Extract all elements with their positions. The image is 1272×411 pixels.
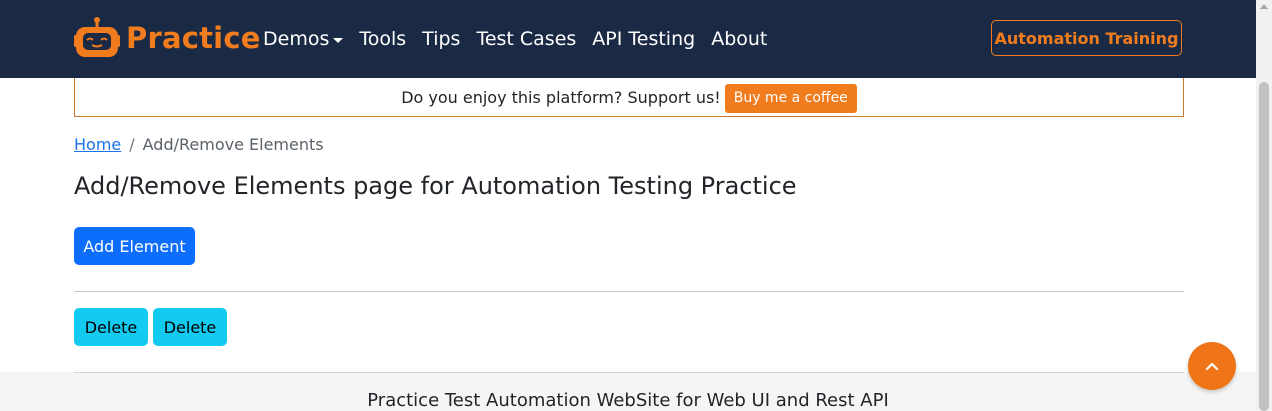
breadcrumb-separator: / [129,135,135,154]
nav-api-testing[interactable]: API Testing [592,28,695,50]
scrollbar-thumb[interactable] [1259,82,1269,411]
delete-button[interactable]: Delete [153,308,227,346]
top-navbar: Practice Demos Tools Tips Test Cases API… [0,0,1256,78]
footer-divider [74,372,1184,373]
delete-button[interactable]: Delete [74,308,148,346]
buy-coffee-button[interactable]: Buy me a coffee [724,83,857,113]
footer-text: Practice Test Automation WebSite for Web… [367,390,889,411]
divider [74,291,1184,292]
nav-tools[interactable]: Tools [359,28,406,50]
nav-demos-label: Demos [263,28,330,50]
caret-down-icon [333,37,344,43]
brand-link[interactable]: Practice [74,16,261,60]
support-text: Do you enjoy this platform? Support us! [401,87,721,107]
back-to-top-button[interactable] [1188,342,1236,390]
nav-demos[interactable]: Demos [263,28,344,50]
brand-name: Practice [126,21,261,55]
nav-menu: Demos Tools Tips Test Cases API Testing … [263,24,783,54]
scrollbar[interactable] [1256,0,1272,411]
breadcrumb-current: Add/Remove Elements [142,135,324,154]
nav-tips[interactable]: Tips [422,28,460,50]
robot-logo-icon [74,17,120,57]
nav-test-cases[interactable]: Test Cases [476,28,576,50]
automation-training-button[interactable]: Automation Training [991,20,1182,56]
page: Practice Demos Tools Tips Test Cases API… [0,0,1272,411]
page-title: Add/Remove Elements page for Automation … [74,172,797,200]
breadcrumb-home-link[interactable]: Home [74,135,121,154]
breadcrumb: Home / Add/Remove Elements [74,135,324,154]
chevron-up-icon [1205,362,1219,371]
add-element-button[interactable]: Add Element [74,227,195,265]
scroll-up-arrow-icon[interactable] [1260,4,1268,9]
footer: Practice Test Automation WebSite for Web… [0,372,1256,411]
nav-about[interactable]: About [711,28,767,50]
support-banner: Do you enjoy this platform? Support us! … [74,78,1184,117]
